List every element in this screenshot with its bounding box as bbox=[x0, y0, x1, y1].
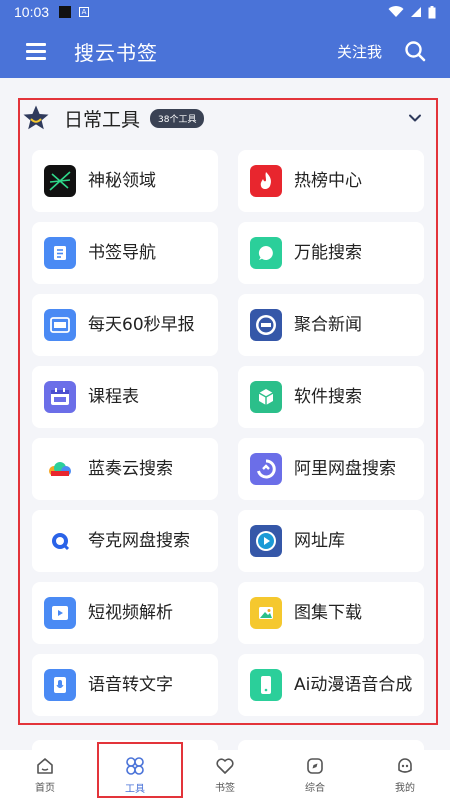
tab-label: 工具 bbox=[125, 784, 145, 795]
tab-home[interactable]: 首页 bbox=[0, 750, 90, 800]
tool-card[interactable]: 夸克网盘搜索 bbox=[32, 510, 218, 572]
tool-count-badge: 38个工具 bbox=[150, 108, 205, 128]
chevron-down-icon[interactable] bbox=[408, 111, 422, 125]
tool-card[interactable]: 阿里网盘搜索 bbox=[238, 438, 424, 500]
news-icon bbox=[44, 309, 76, 341]
app-notification-icon: A bbox=[79, 7, 90, 17]
tool-card[interactable]: Ai动漫语音合成 bbox=[238, 654, 424, 716]
tab-label: 综合 bbox=[305, 783, 325, 794]
tools-content[interactable]: 日常工具 38个工具 神秘领域 热榜中心 书签导航 万能搜索 每天60秒早报 聚… bbox=[0, 78, 450, 750]
menu-icon[interactable] bbox=[26, 43, 46, 60]
tool-card[interactable]: 网址库 bbox=[238, 510, 424, 572]
tool-card[interactable] bbox=[238, 740, 424, 750]
profile-icon bbox=[398, 758, 412, 773]
status-time: 10:03 bbox=[14, 4, 50, 20]
image-icon bbox=[250, 597, 282, 629]
tool-label: 蓝奏云搜索 bbox=[88, 459, 173, 479]
app-title: 搜云书签 bbox=[74, 40, 158, 65]
tool-label: 每天60秒早报 bbox=[88, 315, 195, 335]
tool-label: 阿里网盘搜索 bbox=[294, 459, 396, 479]
tool-card[interactable]: 软件搜索 bbox=[238, 366, 424, 428]
video-icon bbox=[44, 597, 76, 629]
tools-icon bbox=[126, 757, 144, 775]
tool-label: 书签导航 bbox=[88, 243, 156, 263]
tool-card[interactable] bbox=[32, 740, 218, 750]
tool-label: 神秘领域 bbox=[88, 171, 156, 191]
cloud-icon bbox=[44, 453, 76, 485]
compass-icon bbox=[307, 758, 323, 774]
tool-card[interactable]: 短视频解析 bbox=[32, 582, 218, 644]
star-icon bbox=[23, 105, 49, 130]
mystery-realm-icon bbox=[44, 165, 76, 197]
tool-label: 短视频解析 bbox=[88, 603, 173, 623]
heart-icon bbox=[216, 758, 234, 774]
signal-icon bbox=[411, 7, 421, 17]
tool-card[interactable]: 每天60秒早报 bbox=[32, 294, 218, 356]
tab-label: 首页 bbox=[35, 783, 55, 794]
tool-card[interactable]: 神秘领域 bbox=[32, 150, 218, 212]
tool-label: 万能搜索 bbox=[294, 243, 362, 263]
tool-card[interactable]: 万能搜索 bbox=[238, 222, 424, 284]
tool-card[interactable]: 聚合新闻 bbox=[238, 294, 424, 356]
tool-label: 软件搜索 bbox=[294, 387, 362, 407]
tool-card[interactable]: 蓝奏云搜索 bbox=[32, 438, 218, 500]
status-bar: 10:03 A bbox=[0, 0, 450, 24]
tool-card[interactable]: 语音转文字 bbox=[32, 654, 218, 716]
quark-icon bbox=[44, 525, 76, 557]
tab-bookmarks[interactable]: 书签 bbox=[180, 750, 270, 800]
follow-me-link[interactable]: 关注我 bbox=[337, 41, 382, 62]
tool-label: Ai动漫语音合成 bbox=[294, 675, 413, 695]
tool-label: 聚合新闻 bbox=[294, 315, 362, 335]
tool-label: 网址库 bbox=[294, 531, 345, 551]
link-play-icon bbox=[250, 525, 282, 557]
tool-card[interactable]: 图集下载 bbox=[238, 582, 424, 644]
home-icon bbox=[37, 758, 53, 774]
news-circle-icon bbox=[250, 309, 282, 341]
notification-icon bbox=[59, 6, 72, 18]
bookmark-nav-icon bbox=[44, 237, 76, 269]
section-title: 日常工具 bbox=[64, 108, 141, 131]
tab-label: 我的 bbox=[395, 783, 415, 794]
tool-card[interactable]: 热榜中心 bbox=[238, 150, 424, 212]
tab-general[interactable]: 综合 bbox=[270, 750, 360, 800]
chat-search-icon bbox=[250, 237, 282, 269]
section-header[interactable]: 日常工具 38个工具 bbox=[22, 98, 428, 138]
tool-label: 课程表 bbox=[88, 387, 139, 407]
app-bar: 搜云书签 关注我 bbox=[0, 24, 450, 78]
tool-card[interactable]: 书签导航 bbox=[32, 222, 218, 284]
tool-card[interactable]: 课程表 bbox=[32, 366, 218, 428]
flame-icon bbox=[250, 165, 282, 197]
bottom-tab-bar: 首页 工具 书签 综合 我的 bbox=[0, 742, 450, 800]
aliyun-drive-icon bbox=[250, 453, 282, 485]
tab-tools[interactable]: 工具 bbox=[90, 750, 180, 800]
tool-label: 图集下载 bbox=[294, 603, 362, 623]
phone-icon bbox=[250, 669, 282, 701]
cube-icon bbox=[250, 381, 282, 413]
search-icon[interactable] bbox=[404, 40, 426, 62]
wifi-icon bbox=[388, 6, 404, 18]
tool-label: 语音转文字 bbox=[88, 675, 173, 695]
calendar-icon bbox=[44, 381, 76, 413]
tool-label: 夸克网盘搜索 bbox=[88, 531, 190, 551]
tab-label: 书签 bbox=[215, 783, 235, 794]
tab-profile[interactable]: 我的 bbox=[360, 750, 450, 800]
tool-label: 热榜中心 bbox=[294, 171, 362, 191]
voice-icon bbox=[44, 669, 76, 701]
battery-icon bbox=[428, 5, 436, 18]
